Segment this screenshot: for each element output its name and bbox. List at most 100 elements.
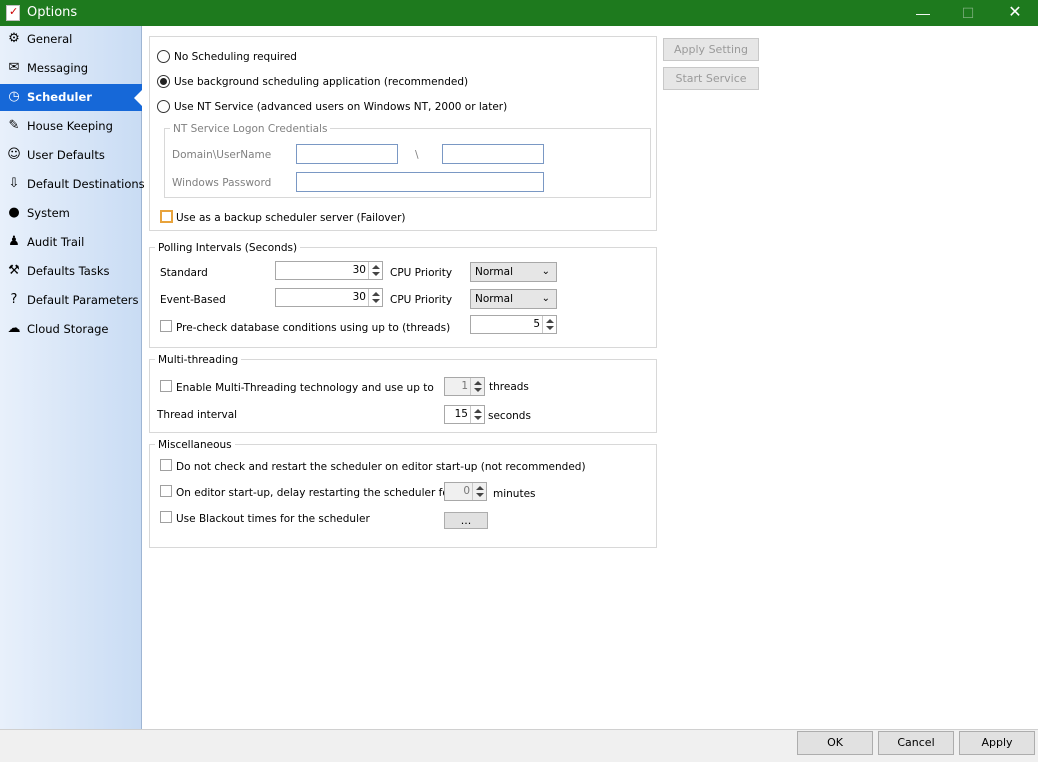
spin-arrows[interactable]: [542, 316, 556, 333]
sidebar-item-label: System: [27, 206, 70, 220]
sidebar-item-label: Default Parameters: [27, 293, 139, 307]
username-field[interactable]: [442, 144, 544, 164]
users-icon: ☺: [7, 147, 21, 162]
precheck-threads-value: 5: [533, 318, 540, 330]
app-icon: [6, 5, 20, 21]
event-interval-stepper[interactable]: 30: [275, 288, 383, 307]
background-scheduling-label: Use background scheduling application (r…: [174, 76, 469, 88]
title-bar: Options — ☐ ✕: [0, 0, 1038, 26]
sidebar-item-defaults-tasks[interactable]: ⚒ Defaults Tasks: [0, 258, 142, 285]
scheduler-icon: ◷: [8, 89, 20, 104]
no-restart-checkbox[interactable]: [160, 459, 172, 471]
spin-arrows[interactable]: [368, 289, 382, 306]
messaging-icon: ✉: [8, 60, 20, 75]
sidebar-item-general[interactable]: ⚙ General: [0, 26, 142, 53]
cpu-priority-event-value: Normal: [475, 293, 513, 305]
cpu-priority-standard-select[interactable]: Normal ⌄: [470, 262, 557, 282]
window-title: Options: [27, 5, 78, 20]
general-icon: ⚙: [8, 31, 20, 46]
sidebar-item-label: User Defaults: [27, 148, 105, 162]
sidebar-item-label: General: [27, 32, 73, 46]
spin-arrows[interactable]: [470, 406, 484, 423]
sidebar-item-label: House Keeping: [27, 119, 113, 133]
audit-icon: ♟: [8, 234, 20, 249]
cloud-icon: ☁: [7, 321, 21, 336]
windows-password-label: Windows Password: [172, 177, 272, 189]
delay-restart-checkbox[interactable]: [160, 485, 172, 497]
cpu-priority-label: CPU Priority: [390, 267, 453, 279]
standard-label: Standard: [160, 267, 208, 279]
housekeeping-icon: ✎: [8, 118, 20, 133]
chevron-down-icon: ⌄: [541, 293, 550, 304]
sidebar-item-messaging[interactable]: ✉ Messaging: [0, 55, 142, 82]
threads-value: 1: [461, 380, 468, 392]
cancel-button[interactable]: Cancel: [878, 731, 954, 755]
sidebar-item-default-destinations[interactable]: ⇩ Default Destinations: [0, 171, 145, 198]
spin-arrows[interactable]: [470, 378, 484, 395]
ok-button[interactable]: OK: [797, 731, 873, 755]
apply-setting-button[interactable]: Apply Setting: [663, 38, 759, 61]
chevron-down-icon: ⌄: [541, 266, 550, 277]
sidebar-item-label: Default Destinations: [27, 177, 145, 191]
nt-service-radio[interactable]: [157, 100, 170, 113]
delay-minutes-stepper[interactable]: 0: [444, 482, 487, 501]
no-scheduling-radio[interactable]: [157, 50, 170, 63]
multithreading-group: [149, 359, 657, 433]
precheck-label: Pre-check database conditions using up t…: [176, 322, 451, 334]
sidebar-item-scheduler[interactable]: ◷ Scheduler: [0, 84, 142, 111]
windows-password-field[interactable]: [296, 172, 544, 192]
domain-field[interactable]: [296, 144, 398, 164]
globe-icon: ●: [8, 205, 20, 220]
background-scheduling-radio[interactable]: [157, 75, 170, 88]
spin-arrows[interactable]: [472, 483, 486, 500]
polling-title: Polling Intervals (Seconds): [155, 242, 301, 254]
backup-scheduler-label: Use as a backup scheduler server (Failov…: [176, 212, 406, 224]
sidebar-item-label: Scheduler: [27, 90, 92, 104]
start-service-button[interactable]: Start Service: [663, 67, 759, 90]
blackout-label: Use Blackout times for the scheduler: [176, 513, 370, 525]
cpu-priority-event-select[interactable]: Normal ⌄: [470, 289, 557, 309]
delay-restart-label: On editor start-up, delay restarting the…: [176, 487, 454, 499]
delay-minutes-value: 0: [463, 485, 470, 497]
sidebar-item-label: Audit Trail: [27, 235, 85, 249]
no-restart-label: Do not check and restart the scheduler o…: [176, 461, 586, 473]
thread-interval-value: 15: [454, 408, 468, 420]
sidebar-item-audit-trail[interactable]: ♟ Audit Trail: [0, 229, 142, 256]
enable-multithreading-label: Enable Multi-Threading technology and us…: [176, 382, 434, 394]
close-button[interactable]: ✕: [992, 0, 1038, 26]
sidebar-item-system[interactable]: ● System: [0, 200, 142, 227]
sidebar-item-label: Cloud Storage: [27, 322, 109, 336]
no-scheduling-label: No Scheduling required: [174, 51, 297, 63]
standard-interval-stepper[interactable]: 30: [275, 261, 383, 280]
precheck-threads-stepper[interactable]: 5: [470, 315, 557, 334]
sidebar-item-cloud-storage[interactable]: ☁ Cloud Storage: [0, 316, 142, 343]
backup-scheduler-checkbox[interactable]: [160, 210, 173, 223]
tasks-icon: ⚒: [8, 263, 20, 278]
threads-stepper[interactable]: 1: [444, 377, 485, 396]
sidebar: ⚙ General ✉ Messaging ◷ Scheduler ✎ Hous…: [0, 26, 145, 729]
standard-interval-value: 30: [352, 264, 366, 276]
event-interval-value: 30: [352, 291, 366, 303]
credentials-title: NT Service Logon Credentials: [170, 123, 331, 135]
domain-username-label: Domain\UserName: [172, 149, 272, 161]
delay-minutes-unit: minutes: [493, 488, 536, 500]
nt-service-label: Use NT Service (advanced users on Window…: [174, 101, 508, 113]
spin-arrows[interactable]: [368, 262, 382, 279]
threads-unit: threads: [489, 381, 529, 393]
blackout-checkbox[interactable]: [160, 511, 172, 523]
sidebar-item-default-parameters[interactable]: ? Default Parameters: [0, 287, 142, 314]
multithreading-title: Multi-threading: [155, 354, 242, 366]
maximize-button[interactable]: ☐: [945, 0, 991, 26]
sidebar-item-label: Messaging: [27, 61, 89, 75]
precheck-checkbox[interactable]: [160, 320, 172, 332]
minimize-button[interactable]: —: [900, 0, 946, 26]
sidebar-item-label: Defaults Tasks: [27, 264, 110, 278]
enable-multithreading-checkbox[interactable]: [160, 380, 172, 392]
blackout-ellipsis-button[interactable]: ...: [444, 512, 488, 529]
cpu-priority-standard-value: Normal: [475, 266, 513, 278]
thread-interval-stepper[interactable]: 15: [444, 405, 485, 424]
sidebar-item-house-keeping[interactable]: ✎ House Keeping: [0, 113, 142, 140]
event-based-label: Event-Based: [160, 294, 226, 306]
apply-button[interactable]: Apply: [959, 731, 1035, 755]
sidebar-item-user-defaults[interactable]: ☺ User Defaults: [0, 142, 142, 169]
